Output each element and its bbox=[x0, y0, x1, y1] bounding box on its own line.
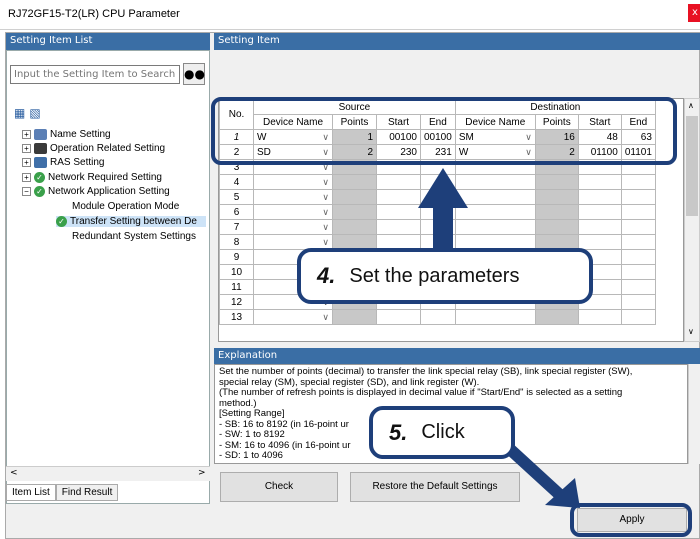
binoculars-search-button[interactable]: ●● bbox=[183, 63, 205, 85]
check-icon: ✓ bbox=[34, 172, 45, 183]
tree-item-network-application[interactable]: − ✓ Network Application Setting bbox=[22, 186, 170, 197]
row-number: 10 bbox=[219, 264, 254, 280]
binoculars-icon: ●● bbox=[184, 67, 205, 81]
table-row: 7 ∨ bbox=[219, 219, 656, 235]
step4-callout: 4. Set the parameters bbox=[297, 248, 593, 304]
chevron-down-icon[interactable]: ∨ bbox=[322, 222, 329, 233]
collapse-all-icon[interactable]: ▧ bbox=[29, 106, 44, 120]
name-setting-icon bbox=[34, 129, 47, 140]
row-number: 9 bbox=[219, 249, 254, 265]
expand-icon[interactable]: + bbox=[22, 130, 31, 139]
table-row: 13 ∨ bbox=[219, 309, 656, 325]
check-icon: ✓ bbox=[56, 216, 67, 227]
scroll-up-icon[interactable]: ∧ bbox=[688, 101, 694, 110]
tab-item-list[interactable]: Item List bbox=[6, 484, 56, 501]
setting-item-header: Setting Item bbox=[214, 33, 700, 50]
tree-item-network-required[interactable]: + ✓ Network Required Setting bbox=[22, 172, 162, 183]
tree-horizontal-scrollbar[interactable]: < > bbox=[6, 466, 210, 481]
check-button[interactable]: Check bbox=[220, 472, 338, 502]
chevron-down-icon[interactable]: ∨ bbox=[322, 207, 329, 218]
row-number: 5 bbox=[219, 189, 254, 205]
row-number: 4 bbox=[219, 174, 254, 190]
row-number: 12 bbox=[219, 294, 254, 310]
grid-scroll-thumb[interactable] bbox=[686, 116, 698, 216]
table-row: 6 ∨ bbox=[219, 204, 656, 220]
source-device-select[interactable]: ∨ bbox=[253, 219, 333, 235]
restore-default-button[interactable]: Restore the Default Settings bbox=[350, 472, 520, 502]
tree-item-redundant-system[interactable]: Redundant System Settings bbox=[72, 231, 196, 242]
source-device-select[interactable]: ∨ bbox=[253, 174, 333, 190]
search-input[interactable] bbox=[10, 65, 180, 84]
row-number: 7 bbox=[219, 219, 254, 235]
source-device-select[interactable]: ∨ bbox=[253, 204, 333, 220]
scroll-right-icon[interactable]: > bbox=[198, 468, 206, 478]
chevron-down-icon[interactable]: ∨ bbox=[322, 192, 329, 203]
source-device-select[interactable]: ∨ bbox=[253, 189, 333, 205]
tab-find-result[interactable]: Find Result bbox=[55, 484, 119, 501]
operation-setting-icon bbox=[34, 143, 47, 154]
chevron-down-icon[interactable]: ∨ bbox=[322, 312, 329, 323]
setting-item-list-header: Setting Item List bbox=[6, 33, 210, 50]
tree-item-module-operation-mode[interactable]: Module Operation Mode bbox=[72, 201, 179, 212]
source-device-select[interactable]: ∨ bbox=[253, 309, 333, 325]
step5-callout: 5. Click bbox=[369, 406, 515, 459]
parameter-rows-highlight bbox=[211, 97, 677, 165]
chevron-down-icon[interactable]: ∨ bbox=[322, 177, 329, 188]
apply-button-highlight bbox=[570, 503, 692, 537]
expand-all-icon[interactable]: ▦ bbox=[14, 106, 29, 120]
window-title: RJ72GF15-T2(LR) CPU Parameter bbox=[8, 8, 180, 20]
table-row: 4 ∨ bbox=[219, 174, 656, 190]
explanation-scrollbar[interactable] bbox=[688, 364, 700, 464]
scroll-left-icon[interactable]: < bbox=[10, 468, 18, 478]
row-number: 6 bbox=[219, 204, 254, 220]
check-icon: ✓ bbox=[34, 186, 45, 197]
explanation-header: Explanation bbox=[214, 348, 700, 364]
table-row: 5 ∨ bbox=[219, 189, 656, 205]
row-number: 13 bbox=[219, 309, 254, 325]
row-number: 8 bbox=[219, 234, 254, 250]
close-button[interactable]: x bbox=[688, 4, 700, 22]
scroll-down-icon[interactable]: ∨ bbox=[688, 327, 694, 336]
expand-icon[interactable]: + bbox=[22, 173, 31, 182]
collapse-icon[interactable]: − bbox=[22, 187, 31, 196]
tree-toolbar[interactable]: ▦▧ bbox=[14, 106, 45, 120]
row-number: 11 bbox=[219, 279, 254, 295]
expand-icon[interactable]: + bbox=[22, 158, 31, 167]
tree-item-transfer-setting[interactable]: ✓ Transfer Setting between De bbox=[56, 216, 206, 228]
left-tabs: Item List Find Result bbox=[6, 484, 119, 502]
ras-setting-icon bbox=[34, 157, 47, 168]
expand-icon[interactable]: + bbox=[22, 144, 31, 153]
tree-item-operation-related[interactable]: + Operation Related Setting bbox=[22, 143, 165, 154]
tree-item-ras-setting[interactable]: + RAS Setting bbox=[22, 157, 104, 168]
chevron-down-icon[interactable]: ∨ bbox=[322, 237, 329, 248]
tree-item-name-setting[interactable]: + Name Setting bbox=[22, 129, 111, 140]
